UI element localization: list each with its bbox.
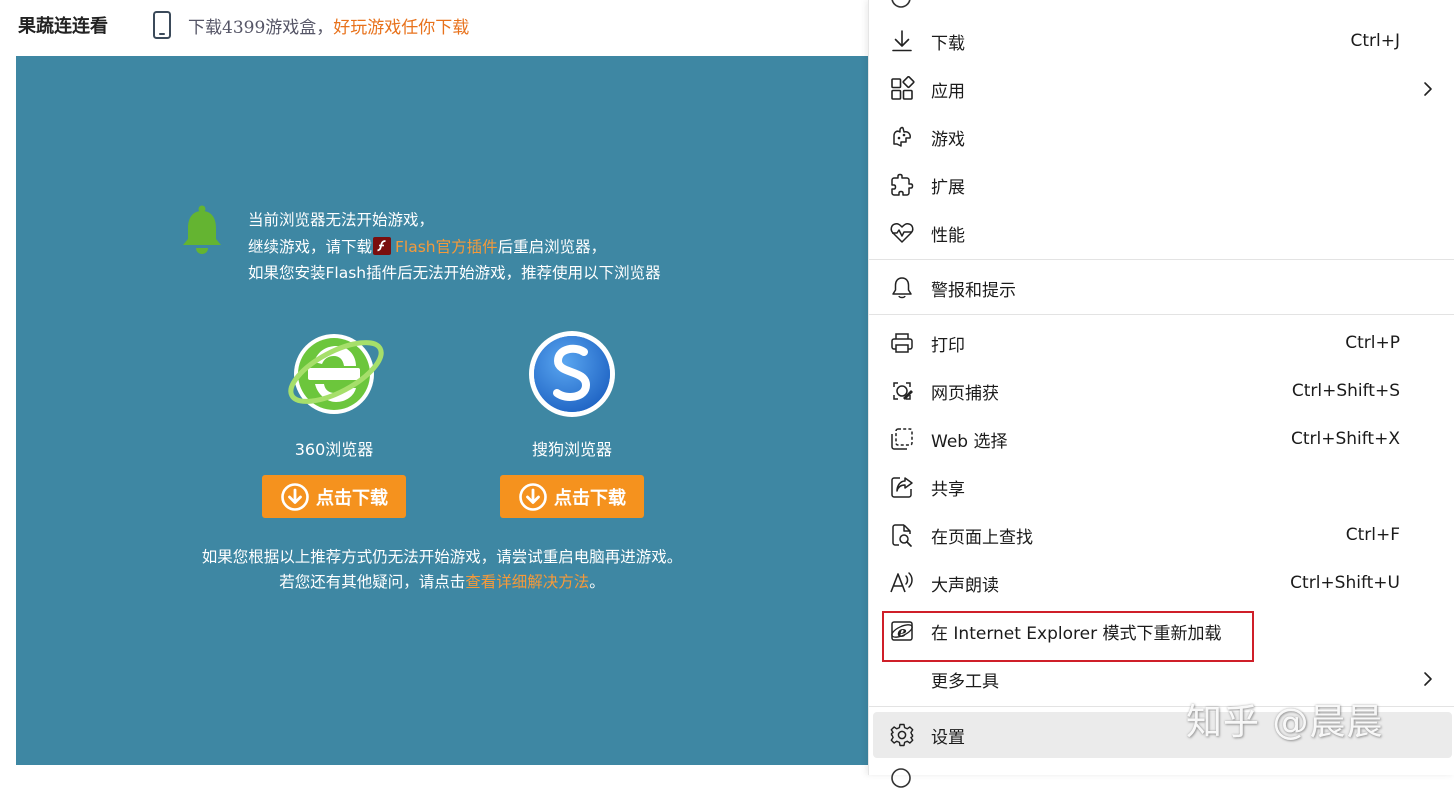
screenshot-icon xyxy=(893,382,913,400)
download-circle-icon xyxy=(281,482,309,511)
menu-label-share: 共享 xyxy=(931,479,965,500)
extensions-icon xyxy=(891,173,914,196)
menu-label-alerts: 警报和提示 xyxy=(931,280,1016,301)
web-select-icon xyxy=(891,428,913,450)
share-icon xyxy=(891,477,913,498)
download-icon xyxy=(892,30,912,52)
menu-label-more-tools: 更多工具 xyxy=(931,671,999,692)
games-icon xyxy=(893,126,911,147)
browser-name-360: 360浏览器 xyxy=(294,440,374,459)
game-title: 果蔬连连看 xyxy=(18,16,108,37)
download-sogou-button[interactable]: 点击下载 xyxy=(500,475,644,518)
menu-shortcut-print: Ctrl+P xyxy=(1345,333,1400,353)
menu-shortcut-web-select: Ctrl+Shift+X xyxy=(1290,429,1400,449)
menu-item-web-capture[interactable]: 网页捕获 Ctrl+Shift+S xyxy=(873,368,1452,414)
notice-line-2-suffix: 后重启浏览器， xyxy=(497,237,607,256)
menu-label-web-capture: 网页捕获 xyxy=(931,383,999,404)
help-tip: 如果您根据以上推荐方式仍无法开始游戏，请尝试重启电脑再进游戏。 若您还有其他疑问… xyxy=(16,545,868,595)
menu-item-alerts[interactable]: 警报和提示 xyxy=(873,265,1452,311)
menu-label-downloads: 下载 xyxy=(931,33,965,54)
menu-label-ie-mode-reload: 在 Internet Explorer 模式下重新加载 xyxy=(931,623,1222,644)
menu-label-print: 打印 xyxy=(931,335,965,356)
bell-icon xyxy=(892,277,912,299)
menu-shortcut-web-capture: Ctrl+Shift+S xyxy=(1291,381,1400,401)
menu-item-ie-mode-reload[interactable]: e 在 Internet Explorer 模式下重新加载 xyxy=(873,608,1452,654)
promo-text: 下载4399游戏盒， xyxy=(188,18,334,38)
flash-icon xyxy=(373,236,392,255)
menu-label-read-aloud: 大声朗读 xyxy=(931,575,999,596)
menu-item-performance[interactable]: 性能 xyxy=(873,210,1452,256)
flash-notice: 当前浏览器无法开始游戏， 继续游戏，请下载 Flash官方插件后重启浏览器， 如果… xyxy=(248,207,661,287)
chevron-right-icon xyxy=(1424,82,1432,96)
promo-highlight: 好玩游戏任你下载 xyxy=(333,18,470,38)
ie-mode-icon: e xyxy=(891,621,913,641)
menu-item-read-aloud[interactable]: 大声朗读 Ctrl+Shift+U xyxy=(873,560,1452,606)
notice-line-2: 继续游戏，请下载 Flash官方插件后重启浏览器， xyxy=(248,234,661,261)
menu-label-games: 游戏 xyxy=(931,129,965,150)
browser-settings-menu: 下载 Ctrl+J 应用 游戏 扩展 性能 警报和提示 打印 Ctrl+P 网页… xyxy=(868,0,1454,788)
menu-item-extensions[interactable]: 扩展 xyxy=(873,162,1452,208)
menu-label-find: 在页面上查找 xyxy=(931,527,1033,548)
chevron-right-icon xyxy=(1424,672,1432,686)
tip-line-1: 如果您根据以上推荐方式仍无法开始游戏，请尝试重启电脑再进游戏。 xyxy=(201,548,683,566)
menu-label-web-select: Web 选择 xyxy=(931,431,1008,452)
promo-link[interactable]: 下载4399游戏盒，好玩游戏任你下载 xyxy=(188,13,469,38)
menu-shortcut-read-aloud: Ctrl+Shift+U xyxy=(1290,573,1400,593)
performance-icon xyxy=(890,223,914,243)
menu-item-find[interactable]: 在页面上查找 Ctrl+F xyxy=(873,512,1452,558)
menu-item-games[interactable]: 游戏 xyxy=(873,114,1452,160)
menu-item-web-select[interactable]: Web 选择 Ctrl+Shift+X xyxy=(873,416,1452,462)
tip-line-2-suffix: 。 xyxy=(589,573,605,591)
apps-icon xyxy=(891,76,915,100)
ie-360-logo-icon xyxy=(288,334,384,414)
menu-divider xyxy=(869,259,1454,260)
menu-label-performance: 性能 xyxy=(931,225,965,246)
flash-plugin-link[interactable]: Flash官方插件 xyxy=(395,238,498,256)
browser-card-sogou: 搜狗浏览器 点击下载 xyxy=(497,328,647,518)
notice-line-1: 当前浏览器无法开始游戏， xyxy=(248,211,435,229)
download-360-button[interactable]: 点击下载 xyxy=(262,475,406,518)
sogou-logo-icon xyxy=(529,331,615,417)
download-sogou-label: 点击下载 xyxy=(554,487,626,509)
phone-icon xyxy=(153,11,171,39)
partial-menu-icon xyxy=(891,768,911,788)
menu-shortcut-find: Ctrl+F xyxy=(1345,525,1400,545)
game-area: 当前浏览器无法开始游戏， 继续游戏，请下载 Flash官方插件后重启浏览器， 如果… xyxy=(16,56,868,765)
menu-item-share[interactable]: 共享 xyxy=(873,464,1452,510)
menu-item-apps[interactable]: 应用 xyxy=(873,66,1452,112)
read-aloud-icon xyxy=(890,572,913,593)
menu-item-more-tools[interactable]: 更多工具 xyxy=(873,656,1452,702)
notice-line-3: 如果您安装Flash插件后无法开始游戏，推荐使用以下浏览器 xyxy=(248,264,661,282)
page-header: 果蔬连连看 下载4399游戏盒，好玩游戏任你下载 xyxy=(0,0,868,56)
find-icon xyxy=(892,524,912,547)
menu-divider xyxy=(869,314,1454,315)
bell-icon xyxy=(183,205,221,254)
download-360-label: 点击下载 xyxy=(316,487,388,509)
browser-card-360: 360浏览器 点击下载 xyxy=(259,328,409,518)
menu-divider xyxy=(869,706,1454,707)
tip-line-2-prefix: 若您还有其他疑问，请点击 xyxy=(279,573,466,591)
menu-item-downloads[interactable]: 下载 Ctrl+J xyxy=(873,18,1452,64)
tip-line-2: 若您还有其他疑问，请点击查看详细解决方法。 xyxy=(16,570,868,595)
solution-link[interactable]: 查看详细解决方法 xyxy=(465,573,589,591)
notice-line-2-prefix: 继续游戏，请下载 xyxy=(248,237,373,256)
menu-shortcut-downloads: Ctrl+J xyxy=(1350,31,1400,51)
settings-icon xyxy=(890,723,914,747)
browser-name-sogou: 搜狗浏览器 xyxy=(531,440,612,459)
print-icon xyxy=(891,333,913,353)
partial-menu-icon xyxy=(891,0,911,8)
menu-item-print[interactable]: 打印 Ctrl+P xyxy=(873,320,1452,366)
download-circle-icon xyxy=(519,482,547,511)
menu-label-apps: 应用 xyxy=(931,81,965,102)
menu-label-settings: 设置 xyxy=(931,727,965,748)
menu-label-extensions: 扩展 xyxy=(931,177,965,198)
menu-item-settings[interactable]: 设置 xyxy=(873,712,1452,758)
